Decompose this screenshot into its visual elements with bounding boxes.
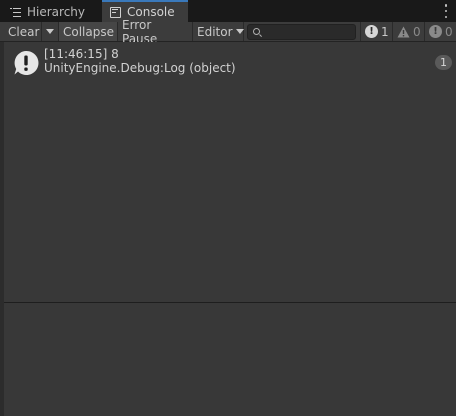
more-options-icon[interactable]: [444, 4, 448, 18]
log-count-badge: 1: [435, 55, 452, 70]
editor-dropdown[interactable]: Editor: [193, 22, 244, 41]
search-icon: [253, 28, 260, 35]
list-icon: [10, 7, 21, 18]
clear-options-dropdown[interactable]: [41, 22, 59, 41]
log-detail-pane[interactable]: [4, 303, 456, 416]
info-filter-toggle[interactable]: ! 0: [424, 22, 456, 41]
info-icon: [14, 50, 39, 75]
warning-icon: [397, 26, 410, 37]
collapse-toggle[interactable]: Collapse: [59, 22, 118, 41]
clear-button[interactable]: Clear: [4, 22, 43, 41]
info-icon: !: [429, 25, 442, 38]
tab-hierarchy-label: Hierarchy: [27, 5, 86, 19]
search-field[interactable]: [247, 24, 356, 40]
error-icon: !: [365, 25, 378, 38]
log-entry[interactable]: [11:46:15] 8 UnityEngine.Debug:Log (obje…: [4, 44, 456, 78]
collapse-label: Collapse: [63, 24, 114, 39]
warning-count: 0: [413, 24, 421, 39]
search-input[interactable]: [264, 25, 354, 39]
console-window: Hierarchy Console Clear Collapse Error P…: [0, 0, 456, 416]
log-message: [11:46:15] 8: [44, 47, 119, 61]
clear-label: Clear: [8, 24, 40, 39]
warning-filter-toggle[interactable]: 0: [392, 22, 424, 41]
info-count: 0: [445, 24, 453, 39]
chevron-down-icon: [235, 29, 244, 34]
error-filter-toggle[interactable]: ! 1: [360, 22, 392, 41]
tab-bar: Hierarchy Console: [0, 0, 456, 22]
log-stacktrace-summary: UnityEngine.Debug:Log (object): [44, 61, 236, 75]
console-icon: [110, 6, 121, 18]
error-count: 1: [381, 24, 389, 39]
tab-hierarchy[interactable]: Hierarchy: [0, 2, 100, 22]
editor-label: Editor: [197, 24, 233, 39]
error-pause-toggle[interactable]: Error Pause: [118, 18, 193, 46]
log-list[interactable]: [11:46:15] 8 UnityEngine.Debug:Log (obje…: [4, 42, 456, 302]
console-toolbar: Clear Collapse Error Pause Editor ! 1 0 …: [0, 18, 456, 46]
chevron-down-icon: [46, 29, 54, 34]
